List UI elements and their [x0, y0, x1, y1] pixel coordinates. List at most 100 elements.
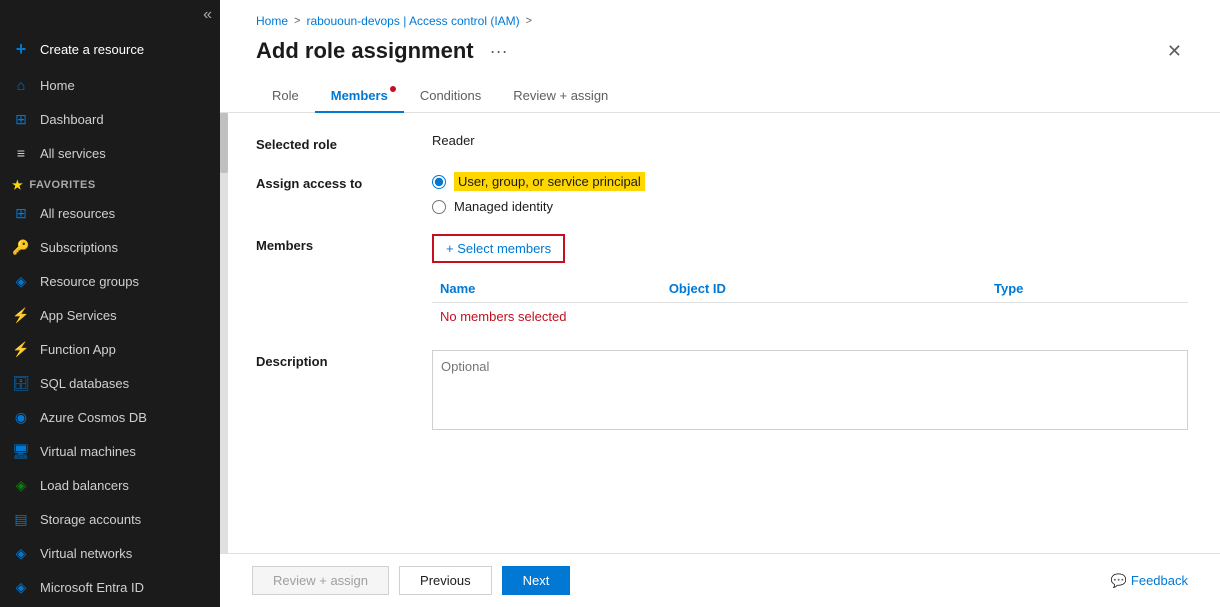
- form-body: Selected role Reader Assign access to Us…: [256, 113, 1188, 473]
- page-header: Add role assignment ··· ✕: [220, 34, 1220, 80]
- description-textarea[interactable]: [432, 350, 1188, 430]
- storage-icon: ▤: [12, 510, 30, 528]
- resource-groups-icon: ◈: [12, 272, 30, 290]
- sidebar-item-label: App Services: [40, 308, 117, 323]
- tabs-bar: Role Members Conditions Review + assign: [220, 80, 1220, 113]
- previous-button[interactable]: Previous: [399, 566, 492, 595]
- form-panel: Selected role Reader Assign access to Us…: [220, 113, 1220, 553]
- radio-managed-identity-label: Managed identity: [454, 199, 553, 214]
- sidebar-item-storage-accounts[interactable]: ▤ Storage accounts: [0, 502, 220, 536]
- no-members-row: No members selected: [432, 303, 1188, 331]
- radio-group: User, group, or service principal Manage…: [432, 172, 1188, 214]
- sidebar-item-app-services[interactable]: ⚡ App Services: [0, 298, 220, 332]
- all-services-icon: ≡: [12, 144, 30, 162]
- description-label: Description: [256, 350, 416, 369]
- select-members-label: + Select members: [446, 241, 551, 256]
- sidebar-item-all-services[interactable]: ≡ All services: [0, 136, 220, 170]
- sql-icon: 🗄: [12, 374, 30, 392]
- favorites-section: ★ FAVORITES: [0, 170, 220, 196]
- members-row: Members + Select members Name Object ID …: [256, 234, 1188, 330]
- no-members-message: No members selected: [432, 303, 1188, 331]
- review-assign-button[interactable]: Review + assign: [252, 566, 389, 595]
- sidebar-item-label: Storage accounts: [40, 512, 141, 527]
- vm-icon: 🖥: [12, 442, 30, 460]
- tab-review-assign[interactable]: Review + assign: [497, 80, 624, 113]
- page-title: Add role assignment: [256, 38, 474, 64]
- assign-access-label: Assign access to: [256, 172, 416, 191]
- close-button[interactable]: ✕: [1161, 39, 1188, 64]
- sidebar-item-subscriptions[interactable]: 🔑 Subscriptions: [0, 230, 220, 264]
- radio-user-group-input[interactable]: [432, 175, 446, 189]
- sidebar-item-resource-groups[interactable]: ◈ Resource groups: [0, 264, 220, 298]
- sidebar-item-virtual-machines[interactable]: 🖥 Virtual machines: [0, 434, 220, 468]
- sidebar-item-create-resource[interactable]: + Create a resource: [0, 30, 220, 68]
- next-button[interactable]: Next: [502, 566, 571, 595]
- radio-managed-identity-input[interactable]: [432, 200, 446, 214]
- sidebar-item-cosmos-db[interactable]: ◉ Azure Cosmos DB: [0, 400, 220, 434]
- sidebar-item-label: Dashboard: [40, 112, 104, 127]
- feedback-icon: 💬: [1111, 573, 1127, 589]
- sidebar-item-load-balancers[interactable]: ◈ Load balancers: [0, 468, 220, 502]
- col-name: Name: [432, 275, 661, 303]
- sidebar-item-label: Create a resource: [40, 42, 144, 57]
- plus-icon: +: [12, 40, 30, 58]
- sidebar-item-label: Virtual machines: [40, 444, 136, 459]
- sidebar-item-label: Resource groups: [40, 274, 139, 289]
- tab-role[interactable]: Role: [256, 80, 315, 113]
- sidebar-item-label: Function App: [40, 342, 116, 357]
- footer-buttons: Review + assign Previous Next: [252, 566, 570, 595]
- sidebar-item-sql-databases[interactable]: 🗄 SQL databases: [0, 366, 220, 400]
- members-table: Name Object ID Type No members selected: [432, 275, 1188, 330]
- members-table-head: Name Object ID Type: [432, 275, 1188, 303]
- star-icon: ★: [12, 178, 23, 192]
- description-row: Description: [256, 350, 1188, 433]
- sidebar-item-all-resources[interactable]: ⊞ All resources: [0, 196, 220, 230]
- sidebar-item-label: All services: [40, 146, 106, 161]
- entra-icon: ◈: [12, 578, 30, 596]
- breadcrumb-resource[interactable]: rabououn-devops | Access control (IAM): [306, 14, 519, 28]
- table-header-row: Name Object ID Type: [432, 275, 1188, 303]
- sidebar-item-function-app[interactable]: ⚡ Function App: [0, 332, 220, 366]
- app-services-icon: ⚡: [12, 306, 30, 324]
- sidebar-item-label: Microsoft Entra ID: [40, 580, 144, 595]
- members-required-dot: [390, 86, 396, 92]
- vnet-icon: ◈: [12, 544, 30, 562]
- sidebar-item-dashboard[interactable]: ⊞ Dashboard: [0, 102, 220, 136]
- description-value: [432, 350, 1188, 433]
- sidebar-item-label: Azure Cosmos DB: [40, 410, 147, 425]
- main-panel: Home > rabououn-devops | Access control …: [220, 0, 1220, 607]
- title-row: Add role assignment ···: [256, 38, 514, 64]
- all-resources-icon: ⊞: [12, 204, 30, 222]
- sidebar-item-label: Subscriptions: [40, 240, 118, 255]
- tab-conditions[interactable]: Conditions: [404, 80, 497, 113]
- subscriptions-icon: 🔑: [12, 238, 30, 256]
- ellipsis-button[interactable]: ···: [484, 39, 514, 64]
- assign-access-row: Assign access to User, group, or service…: [256, 172, 1188, 214]
- sidebar-collapse-btn[interactable]: «: [0, 0, 220, 30]
- selected-role-label: Selected role: [256, 133, 416, 152]
- sidebar-item-label: Home: [40, 78, 75, 93]
- sidebar-item-entra-id[interactable]: ◈ Microsoft Entra ID: [0, 570, 220, 604]
- members-value: + Select members Name Object ID Type: [432, 234, 1188, 330]
- collapse-icon: «: [203, 6, 212, 24]
- members-table-body: No members selected: [432, 303, 1188, 331]
- sidebar-item-label: Virtual networks: [40, 546, 132, 561]
- breadcrumb-home[interactable]: Home: [256, 14, 288, 28]
- sidebar-item-label: All resources: [40, 206, 115, 221]
- sidebar-item-home[interactable]: ⌂ Home: [0, 68, 220, 102]
- col-object-id: Object ID: [661, 275, 986, 303]
- lb-icon: ◈: [12, 476, 30, 494]
- breadcrumb: Home > rabououn-devops | Access control …: [220, 0, 1220, 34]
- chevron-icon: >: [294, 15, 300, 27]
- select-members-button[interactable]: + Select members: [432, 234, 565, 263]
- radio-user-group-label: User, group, or service principal: [454, 172, 645, 191]
- members-label: Members: [256, 234, 416, 253]
- selected-role-value: Reader: [432, 133, 1188, 148]
- footer: Review + assign Previous Next 💬 Feedback: [220, 553, 1220, 607]
- sidebar-item-label: Load balancers: [40, 478, 129, 493]
- radio-managed-identity[interactable]: Managed identity: [432, 199, 1188, 214]
- tab-members[interactable]: Members: [315, 80, 404, 113]
- radio-user-group[interactable]: User, group, or service principal: [432, 172, 1188, 191]
- sidebar-item-virtual-networks[interactable]: ◈ Virtual networks: [0, 536, 220, 570]
- feedback-link[interactable]: 💬 Feedback: [1111, 573, 1188, 589]
